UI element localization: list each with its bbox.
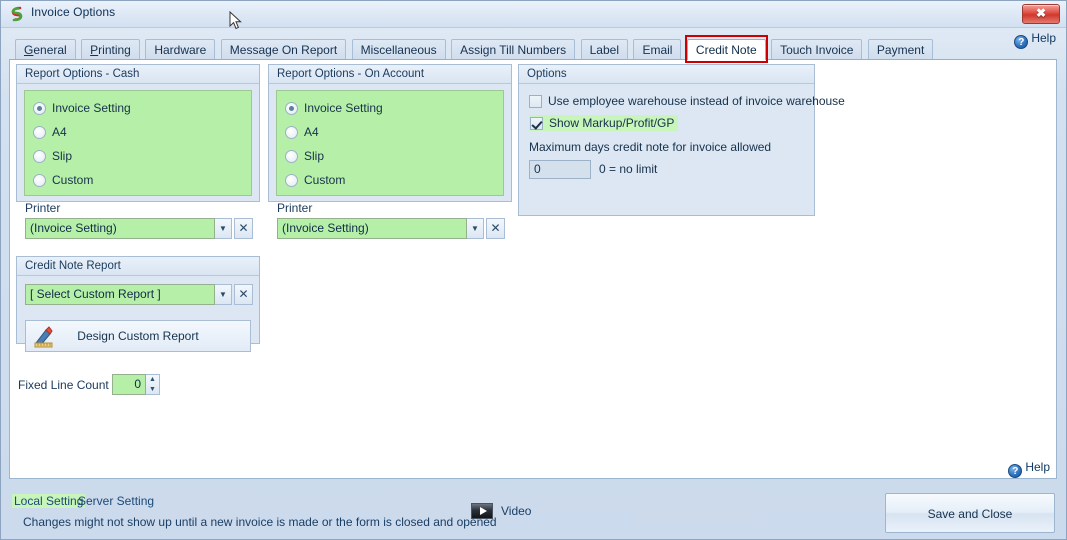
help-link-bottom[interactable]: ? Help	[1008, 460, 1050, 478]
radio-cash-a4[interactable]: A4	[33, 125, 67, 139]
tab-label[interactable]: Label	[580, 39, 628, 60]
radio-off-icon	[33, 126, 46, 139]
max-days-label: Maximum days credit note for invoice all…	[529, 140, 772, 154]
fixed-line-count-label: Fixed Line Count	[18, 378, 109, 392]
help-label-top: Help	[1031, 31, 1056, 45]
radio-label: Invoice Setting	[304, 101, 383, 115]
title-bar: Invoice Options ✖	[1, 1, 1066, 28]
play-video-icon	[471, 503, 493, 519]
clear-icon[interactable]: ✕	[234, 218, 253, 239]
fixed-line-count-input[interactable]: 0	[112, 374, 146, 395]
tab-general[interactable]: General	[15, 39, 76, 60]
radio-off-icon	[285, 126, 298, 139]
radio-off-icon	[33, 150, 46, 163]
radio-cash-invoice-setting[interactable]: Invoice Setting	[33, 101, 131, 115]
app-logo-icon	[9, 6, 25, 22]
radio-label: Slip	[304, 149, 325, 163]
group-options: Options Use employee warehouse instead o…	[518, 64, 845, 216]
design-custom-report-label: Design Custom Report	[77, 329, 199, 343]
tab-assign-till-numbers[interactable]: Assign Till Numbers	[451, 39, 576, 60]
radio-onaccount-slip[interactable]: Slip	[285, 149, 324, 163]
group-title-cash: Report Options - Cash	[17, 65, 259, 84]
chevron-down-icon[interactable]: ▼	[467, 218, 484, 239]
max-days-input[interactable]: 0	[529, 160, 591, 179]
fixed-line-count-stepper[interactable]: 0 ▲ ▼	[112, 374, 160, 395]
invoice-options-window: Invoice Options ✖ ? Help General Printing…	[0, 0, 1067, 540]
radio-label: Custom	[304, 173, 346, 187]
tab-email[interactable]: Email	[633, 39, 682, 60]
radio-label: Invoice Setting	[52, 101, 131, 115]
radio-cash-custom[interactable]: Custom	[33, 173, 93, 187]
group-title-credit-note-report: Credit Note Report	[17, 257, 259, 276]
checkbox-use-employee-warehouse[interactable]: Use employee warehouse instead of invoic…	[529, 94, 845, 108]
group-title-on-account: Report Options - On Account	[269, 65, 511, 84]
close-icon: ✖	[1035, 6, 1047, 20]
tab-printing[interactable]: Printing	[81, 39, 140, 60]
checkbox-label: Use employee warehouse instead of invoic…	[548, 94, 845, 108]
checkbox-on-icon	[530, 117, 543, 130]
video-label: Video	[501, 504, 532, 518]
printer-combo-cash[interactable]: (Invoice Setting) ▼ ✕	[25, 218, 253, 239]
radio-on-icon	[285, 102, 298, 115]
radio-panel-cash: Invoice Setting A4 Slip Custom	[24, 90, 252, 196]
group-credit-note-report: Credit Note Report [ Select Custom Repor…	[16, 256, 260, 352]
design-custom-report-button[interactable]: Design Custom Report	[25, 320, 251, 352]
server-setting-link[interactable]: Server Setting	[78, 494, 154, 508]
printer-label-cash: Printer	[25, 201, 61, 215]
clear-icon[interactable]: ✕	[486, 218, 505, 239]
group-report-options-on-account: Report Options - On Account Invoice Sett…	[268, 64, 512, 239]
max-days-hint: 0 = no limit	[599, 162, 658, 176]
tab-hardware[interactable]: Hardware	[145, 39, 216, 60]
credit-note-report-value[interactable]: [ Select Custom Report ]	[25, 284, 215, 305]
footer-note: Changes might not show up until a new in…	[23, 515, 497, 529]
radio-label: A4	[304, 125, 319, 139]
radio-onaccount-invoice-setting[interactable]: Invoice Setting	[285, 101, 383, 115]
tab-strip: General Printing Hardware Message On Rep…	[15, 39, 934, 60]
checkbox-show-markup-profit-gp[interactable]: Show Markup/Profit/GP	[529, 115, 679, 131]
radio-label: Slip	[52, 149, 73, 163]
spinner-buttons[interactable]: ▲ ▼	[146, 374, 160, 395]
printer-combo-value-cash[interactable]: (Invoice Setting)	[25, 218, 215, 239]
window-title: Invoice Options	[31, 5, 116, 19]
radio-on-icon	[33, 102, 46, 115]
save-and-close-label: Save and Close	[927, 507, 1013, 521]
group-report-options-cash: Report Options - Cash Invoice Setting A4…	[16, 64, 260, 239]
save-and-close-button[interactable]: Save and Close	[885, 493, 1055, 533]
checkbox-off-icon	[529, 95, 542, 108]
radio-onaccount-custom[interactable]: Custom	[285, 173, 345, 187]
tab-content-panel: Report Options - Cash Invoice Setting A4…	[9, 59, 1057, 479]
local-setting-link[interactable]: Local Setting	[12, 494, 86, 508]
radio-off-icon	[33, 174, 46, 187]
help-link-top[interactable]: ? Help	[1014, 31, 1056, 49]
radio-label: A4	[52, 125, 67, 139]
spinner-up-icon[interactable]: ▲	[146, 375, 159, 385]
checkbox-label: Show Markup/Profit/GP	[549, 116, 675, 130]
radio-label: Custom	[52, 173, 94, 187]
radio-onaccount-a4[interactable]: A4	[285, 125, 319, 139]
radio-panel-on-account: Invoice Setting A4 Slip Custom	[276, 90, 504, 196]
tab-touch-invoice[interactable]: Touch Invoice	[771, 39, 863, 60]
tab-credit-note[interactable]: Credit Note	[686, 39, 766, 60]
help-label-bottom: Help	[1025, 460, 1050, 474]
credit-note-report-combo[interactable]: [ Select Custom Report ] ▼ ✕	[25, 284, 253, 305]
printer-combo-on-account[interactable]: (Invoice Setting) ▼ ✕	[277, 218, 505, 239]
chevron-down-icon[interactable]: ▼	[215, 284, 232, 305]
group-title-options: Options	[519, 65, 814, 84]
printer-label-on-account: Printer	[277, 201, 313, 215]
spinner-down-icon[interactable]: ▼	[146, 385, 159, 395]
clear-icon[interactable]: ✕	[234, 284, 253, 305]
printer-combo-value-on-account[interactable]: (Invoice Setting)	[277, 218, 467, 239]
chevron-down-icon[interactable]: ▼	[215, 218, 232, 239]
close-button[interactable]: ✖	[1022, 4, 1060, 24]
radio-off-icon	[285, 150, 298, 163]
question-circle-icon: ?	[1014, 35, 1029, 49]
tab-miscellaneous[interactable]: Miscellaneous	[351, 39, 446, 60]
radio-cash-slip[interactable]: Slip	[33, 149, 72, 163]
tab-message-on-report[interactable]: Message On Report	[220, 39, 347, 60]
tab-payment[interactable]: Payment	[867, 39, 934, 60]
question-circle-icon: ?	[1008, 464, 1023, 478]
radio-off-icon	[285, 174, 298, 187]
